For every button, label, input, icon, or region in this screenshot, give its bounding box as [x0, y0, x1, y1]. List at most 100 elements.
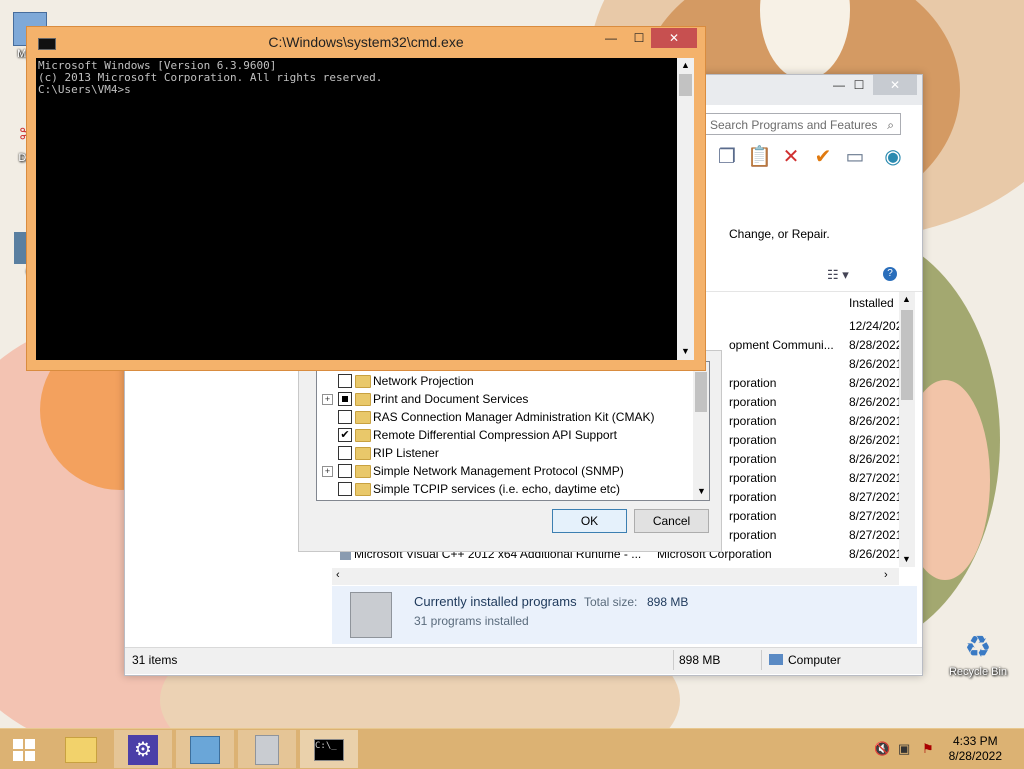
program-publisher: opment Communi...: [729, 338, 834, 352]
taskbar-settings[interactable]: ⚙: [114, 730, 172, 768]
scroll-down-icon[interactable]: ▼: [902, 554, 911, 564]
feature-checkbox[interactable]: [338, 410, 352, 424]
program-publisher: rporation: [729, 414, 777, 428]
feature-checkbox[interactable]: [338, 464, 352, 478]
cancel-button[interactable]: Cancel: [634, 509, 709, 533]
expand-icon[interactable]: +: [322, 394, 333, 405]
feature-label: Simple Network Management Protocol (SNMP…: [373, 464, 624, 478]
shell-icon[interactable]: ◉: [881, 145, 905, 169]
file-explorer-icon: [65, 736, 97, 763]
console-scrollbar[interactable]: ▲ ▼: [677, 58, 694, 360]
feature-checkbox[interactable]: [338, 446, 352, 460]
search-placeholder: Search Programs and Features: [710, 118, 878, 132]
feature-checkbox[interactable]: [338, 482, 352, 496]
program-publisher: rporation: [729, 528, 777, 542]
expand-icon[interactable]: +: [322, 466, 333, 477]
ok-button[interactable]: OK: [552, 509, 627, 533]
volume-muted-icon[interactable]: 🔇: [874, 729, 890, 769]
folder-icon: [355, 483, 371, 496]
program-publisher: rporation: [729, 433, 777, 447]
features-scrollbar[interactable]: ▼: [693, 362, 709, 500]
program-date: 8/26/2021: [849, 452, 903, 466]
cmd-window[interactable]: C:\Windows\system32\cmd.exe — ☐ ✕ Micros…: [26, 26, 706, 371]
console-output[interactable]: Microsoft Windows [Version 6.3.9600] (c)…: [36, 58, 677, 360]
maximize-button[interactable]: ☐: [625, 28, 653, 48]
program-count: 31 programs installed: [414, 614, 529, 628]
feature-label: Remote Differential Compression API Supp…: [373, 428, 617, 442]
checkmark-icon[interactable]: ✔: [811, 145, 835, 169]
paste-icon[interactable]: 📋: [747, 145, 772, 169]
desktop-icon-recycle-bin[interactable]: ♻ Recycle Bin: [946, 631, 1010, 679]
control-panel-icon: [190, 735, 220, 764]
scroll-left-icon[interactable]: ‹: [336, 569, 340, 581]
item-count: 31 items: [132, 653, 178, 667]
desktop-icon-label: Recycle Bin: [948, 666, 1008, 678]
minimize-button[interactable]: —: [597, 28, 625, 48]
total-size-value: 898 MB: [647, 595, 689, 609]
taskbar-clock[interactable]: 4:33 PM 8/28/2022: [949, 734, 1002, 764]
program-publisher: rporation: [729, 376, 777, 390]
close-button[interactable]: ✕: [651, 28, 697, 48]
feature-label: Simple TCPIP services (i.e. echo, daytim…: [373, 482, 620, 496]
program-date: 8/27/2021: [849, 490, 903, 504]
taskbar-programs-features[interactable]: [238, 730, 296, 768]
taskbar-cmd[interactable]: C:\_: [300, 730, 358, 768]
feature-checkbox[interactable]: ✔: [338, 428, 352, 442]
programs-disk-icon: [350, 592, 392, 638]
console-line: (c) 2013 Microsoft Corporation. All righ…: [38, 71, 383, 84]
folder-icon: [355, 375, 371, 388]
console-line: C:\Users\VM4>s: [38, 83, 131, 96]
feature-label: Network Projection: [373, 374, 474, 388]
properties-icon[interactable]: ▭: [843, 145, 867, 169]
feature-checkbox[interactable]: [338, 392, 352, 406]
feature-label: RAS Connection Manager Administration Ki…: [373, 410, 655, 424]
view-options-icon[interactable]: ☷ ▾: [827, 267, 849, 283]
windows-features-dialog[interactable]: +Microsoft Message Queue (MSMQ) ServerNe…: [298, 350, 722, 552]
program-date: 8/26/2021: [849, 433, 903, 447]
scroll-thumb[interactable]: [679, 74, 692, 96]
program-date: 8/28/2022: [849, 338, 903, 352]
program-date: 8/26/2021: [849, 414, 903, 428]
taskbar-control-panel[interactable]: [176, 730, 234, 768]
program-publisher: rporation: [729, 471, 777, 485]
scroll-right-icon[interactable]: ›: [884, 569, 888, 581]
scroll-up-icon[interactable]: ▲: [902, 294, 911, 304]
scroll-thumb[interactable]: [901, 310, 913, 400]
program-publisher: rporation: [729, 395, 777, 409]
scroll-thumb[interactable]: [695, 372, 707, 412]
feature-label: RIP Listener: [373, 446, 439, 460]
programs-features-icon: [255, 734, 279, 765]
action-center-icon[interactable]: ⚑: [922, 729, 934, 769]
features-tree[interactable]: +Microsoft Message Queue (MSMQ) ServerNe…: [316, 361, 710, 501]
status-bar: 31 items 898 MB Computer: [125, 647, 922, 674]
program-date: 8/26/2021: [849, 395, 903, 409]
close-button[interactable]: ✕: [873, 75, 917, 95]
status-location: Computer: [788, 653, 841, 667]
details-pane: Currently installed programs Total size:…: [332, 586, 917, 644]
folder-icon: [355, 447, 371, 460]
recycle-bin-icon: ♻: [964, 631, 992, 664]
scroll-up-icon[interactable]: ▲: [681, 60, 690, 70]
page-subtitle: Change, or Repair.: [729, 227, 830, 241]
settings-gear-icon: ⚙: [128, 734, 158, 765]
copy-icon[interactable]: ❐: [715, 145, 739, 169]
details-title: Currently installed programs: [414, 594, 577, 609]
delete-icon[interactable]: ✕: [779, 145, 803, 169]
feature-checkbox[interactable]: [338, 374, 352, 388]
start-button[interactable]: [0, 730, 48, 768]
column-header-installed[interactable]: Installed: [849, 296, 894, 310]
cmd-icon: C:\_: [314, 738, 344, 761]
scroll-down-icon[interactable]: ▼: [697, 486, 706, 496]
computer-icon: [769, 654, 783, 665]
folder-icon: [355, 465, 371, 478]
taskbar-file-explorer[interactable]: [52, 730, 110, 768]
help-icon[interactable]: ?: [883, 267, 897, 281]
folder-icon: [355, 429, 371, 442]
search-input[interactable]: Search Programs and Features ⌕: [704, 113, 901, 135]
vertical-scrollbar[interactable]: ▲ ▼: [899, 292, 915, 567]
program-publisher: rporation: [729, 452, 777, 466]
network-icon[interactable]: ▣: [898, 729, 910, 769]
scroll-down-icon[interactable]: ▼: [681, 346, 690, 356]
feature-label: Print and Document Services: [373, 392, 529, 406]
horizontal-scrollbar[interactable]: ‹ ›: [332, 568, 899, 585]
